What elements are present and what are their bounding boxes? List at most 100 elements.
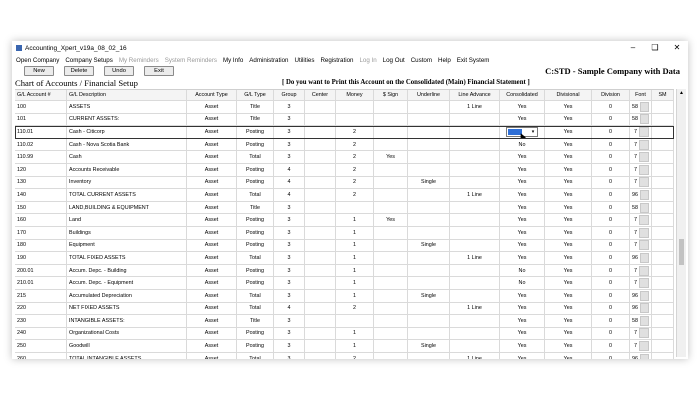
table-row[interactable]: 200.01 Accum. Depc. - Building Asset Postin… bbox=[15, 264, 674, 278]
sm-cell[interactable] bbox=[652, 264, 674, 277]
table-row[interactable]: 170 Buildings Asset Posting 3 1 Yes Yes 0 7 bbox=[15, 226, 674, 240]
grid-cell[interactable] bbox=[305, 163, 336, 176]
grid-cell[interactable]: CURRENT ASSETS: bbox=[67, 113, 187, 126]
grid-cell[interactable]: 0 bbox=[592, 113, 630, 126]
grid-cell[interactable] bbox=[305, 214, 336, 226]
font-picker-button[interactable] bbox=[639, 265, 649, 276]
grid-cell[interactable]: 3 bbox=[274, 239, 305, 252]
grid-cell[interactable]: 190 bbox=[15, 252, 67, 264]
grid-cell[interactable]: Buildings bbox=[67, 226, 187, 239]
grid-cell[interactable]: INTANGIBLE ASSETS: bbox=[67, 315, 187, 327]
menu-utilities[interactable]: Utilities bbox=[294, 57, 314, 64]
font-picker-button[interactable] bbox=[640, 202, 649, 213]
grid-cell[interactable]: 3 bbox=[274, 277, 305, 289]
grid-cell[interactable]: 140 bbox=[15, 189, 67, 201]
menu-help[interactable]: Help bbox=[438, 57, 451, 64]
grid-cell[interactable]: Title bbox=[237, 113, 274, 126]
grid-cell[interactable]: Total bbox=[237, 252, 274, 264]
grid-cell[interactable]: 4 bbox=[274, 189, 305, 201]
grid-cell[interactable] bbox=[408, 214, 450, 226]
grid-cell[interactable] bbox=[305, 101, 336, 113]
grid-cell[interactable]: Posting bbox=[237, 126, 274, 138]
table-row[interactable]: 110.02 Cash - Nova Scotia Bank Asset Postin… bbox=[15, 138, 674, 152]
grid-cell[interactable] bbox=[374, 163, 408, 176]
grid-cell[interactable]: Accum. Depc. - Equipment bbox=[67, 277, 187, 289]
grid-cell[interactable]: 100 bbox=[15, 101, 67, 113]
grid-cell[interactable]: 3 bbox=[274, 151, 305, 163]
font-picker-button[interactable] bbox=[639, 278, 649, 289]
grid-cell[interactable]: Yes bbox=[374, 151, 408, 163]
table-row[interactable]: 130 Inventory Asset Posting 4 2 Single Yes Yes 0 7 bbox=[15, 176, 674, 190]
grid-cell[interactable]: Total bbox=[237, 189, 274, 201]
grid-cell[interactable]: 0 bbox=[592, 277, 630, 289]
grid-cell[interactable]: Yes bbox=[500, 113, 545, 126]
column-header[interactable]: Underline bbox=[408, 90, 450, 100]
grid-cell[interactable] bbox=[374, 252, 408, 264]
grid-cell[interactable]: 0 bbox=[592, 201, 630, 214]
grid-cell[interactable] bbox=[450, 226, 500, 239]
sm-cell[interactable] bbox=[652, 189, 674, 201]
grid-cell[interactable]: 1 bbox=[336, 277, 374, 289]
grid-cell[interactable]: 0 bbox=[592, 252, 630, 264]
grid-cell[interactable] bbox=[336, 101, 374, 113]
grid-cell[interactable]: Yes bbox=[500, 151, 545, 163]
grid-cell[interactable] bbox=[408, 315, 450, 327]
grid-cell[interactable]: Asset bbox=[187, 340, 237, 352]
new-button[interactable]: New bbox=[24, 66, 54, 76]
grid-cell[interactable] bbox=[408, 113, 450, 126]
grid-cell[interactable] bbox=[305, 352, 336, 359]
grid-cell[interactable]: NET FIXED ASSETS bbox=[67, 302, 187, 315]
grid-cell[interactable] bbox=[408, 101, 450, 113]
grid-cell[interactable]: 200.01 bbox=[15, 264, 67, 277]
grid-cell[interactable]: 2 bbox=[336, 352, 374, 359]
column-header[interactable]: SM bbox=[652, 90, 674, 100]
sm-cell[interactable] bbox=[652, 214, 674, 226]
grid-cell[interactable]: 1 Line bbox=[450, 189, 500, 201]
grid-cell[interactable] bbox=[374, 277, 408, 289]
grid-cell[interactable]: No bbox=[500, 138, 545, 151]
grid-cell[interactable]: 2 bbox=[336, 176, 374, 189]
grid-cell[interactable]: Asset bbox=[187, 226, 237, 239]
grid-cell[interactable]: 3 bbox=[274, 201, 305, 214]
grid-cell[interactable] bbox=[408, 138, 450, 151]
table-row[interactable]: 140 TOTAL CURRENT ASSETS Asset Total 4 2 1 Lin… bbox=[15, 189, 674, 202]
grid-cell[interactable]: Yes bbox=[500, 315, 545, 327]
grid-cell[interactable]: 2 bbox=[336, 126, 374, 138]
grid-cell[interactable] bbox=[374, 101, 408, 113]
font-picker-button[interactable] bbox=[639, 177, 649, 188]
grid-cell[interactable]: 0 bbox=[592, 302, 630, 315]
font-cell[interactable]: 96 bbox=[630, 252, 652, 264]
grid-cell[interactable] bbox=[450, 138, 500, 151]
grid-cell[interactable] bbox=[305, 327, 336, 340]
grid-cell[interactable] bbox=[450, 327, 500, 340]
grid-cell[interactable]: 0 bbox=[592, 327, 630, 340]
font-cell[interactable]: 7 bbox=[630, 340, 652, 352]
grid-cell[interactable]: Asset bbox=[187, 151, 237, 163]
undo-button[interactable]: Undo bbox=[104, 66, 134, 76]
grid-cell[interactable]: 240 bbox=[15, 327, 67, 340]
grid-cell[interactable]: Yes bbox=[545, 126, 592, 138]
table-row[interactable]: 240 Organizational Costs Asset Posting 3 1 Yes… bbox=[15, 327, 674, 341]
grid-cell[interactable]: 1 Line bbox=[450, 101, 500, 113]
grid-cell[interactable] bbox=[374, 264, 408, 277]
grid-cell[interactable]: Yes bbox=[545, 289, 592, 302]
grid-cell[interactable]: 3 bbox=[274, 264, 305, 277]
column-header[interactable]: G/L Description bbox=[67, 90, 187, 100]
column-header[interactable]: $ Sign bbox=[374, 90, 408, 100]
table-row[interactable]: 120 Accounts Receivable Asset Posting 4 2 Yes Y… bbox=[15, 163, 674, 177]
grid-cell[interactable] bbox=[305, 302, 336, 315]
table-row[interactable]: 150 LAND,BUILDING & EQUIPMENT Asset Title 3 Y… bbox=[15, 201, 674, 215]
grid-cell[interactable]: 0 bbox=[592, 126, 630, 138]
grid-cell[interactable]: Posting bbox=[237, 214, 274, 226]
grid-cell[interactable]: 260 bbox=[15, 352, 67, 359]
grid-cell[interactable]: Single bbox=[408, 340, 450, 352]
sm-cell[interactable] bbox=[652, 352, 674, 359]
grid-cell[interactable]: Posting bbox=[237, 138, 274, 151]
grid-cell[interactable]: 210.01 bbox=[15, 277, 67, 289]
grid-cell[interactable]: Asset bbox=[187, 277, 237, 289]
grid-cell[interactable]: Asset bbox=[187, 214, 237, 226]
grid-cell[interactable] bbox=[305, 252, 336, 264]
grid-cell[interactable]: Yes bbox=[500, 252, 545, 264]
grid-cell[interactable]: Asset bbox=[187, 252, 237, 264]
grid-cell[interactable]: 170 bbox=[15, 226, 67, 239]
